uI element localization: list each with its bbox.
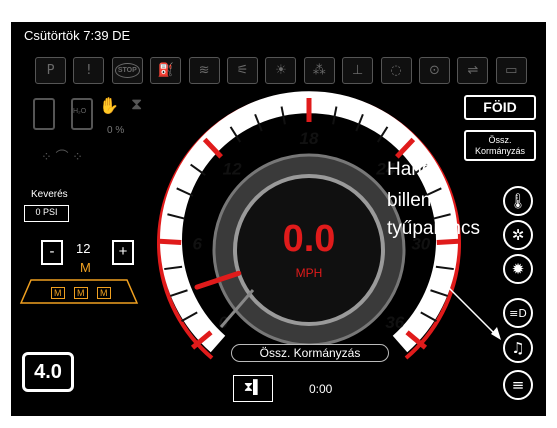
- sprayer-icon: ⁂: [303, 57, 335, 84]
- water-tank-label: H₂O: [73, 108, 87, 115]
- annotation-line3: tyűparancs: [387, 218, 480, 239]
- section-number: 12: [76, 241, 91, 256]
- timer-button[interactable]: ⧗▌: [233, 375, 273, 402]
- percent-label: 0 %: [107, 125, 125, 136]
- gauge-major-tick: [157, 238, 182, 246]
- boom-section-right[interactable]: M: [97, 287, 111, 299]
- stop-icon: STOP: [111, 57, 143, 84]
- annotation-line1: Hang: [387, 159, 433, 180]
- foid-button[interactable]: FÖID: [464, 95, 536, 120]
- audio-button[interactable]: ♫: [503, 333, 533, 363]
- menu-icon: ≡: [511, 376, 525, 394]
- battery-icon: [33, 98, 55, 130]
- thermometer-icon: 🌡: [508, 192, 528, 210]
- steering-button[interactable]: Össz. Kormányzás: [464, 130, 536, 161]
- gauge-tick-label: 12: [223, 160, 242, 179]
- hydraulic-icon: ⊥: [342, 57, 374, 84]
- speed-unit: MPH: [295, 266, 323, 280]
- section-unit: M: [80, 260, 91, 275]
- decrease-button[interactable]: -: [41, 240, 63, 265]
- gauge-bottom-label: Össz. Kormányzás: [231, 344, 389, 362]
- headlight-icon: ≡D: [509, 306, 527, 320]
- increase-button[interactable]: +: [112, 240, 134, 265]
- filter-icon: ⊙: [419, 57, 450, 84]
- psi-display[interactable]: 0 PSI: [24, 205, 69, 222]
- steering-button-line1: Össz.: [488, 135, 512, 145]
- level-icon: ▭: [495, 57, 527, 84]
- gauge-tick-label: 6: [192, 234, 202, 253]
- timer-value: 0:00: [309, 382, 333, 396]
- engine-oil-icon: ⛽: [150, 57, 182, 84]
- headlight-button[interactable]: ≡D: [503, 298, 533, 328]
- annotation-line2: billen-: [387, 190, 438, 211]
- datetime-label: Csütörtök 7:39 DE: [24, 28, 131, 43]
- hourglass-icon: ⧗▌: [243, 379, 263, 394]
- version-display: 4.0: [22, 352, 74, 392]
- lamp-icon: ☀: [265, 57, 297, 84]
- music-note-icon: ♫: [511, 339, 525, 357]
- fuel-icon: ⇌: [457, 57, 489, 84]
- boom-section-left[interactable]: M: [51, 287, 65, 299]
- light-button[interactable]: ✹: [503, 254, 533, 284]
- warning-icon: !: [73, 57, 105, 84]
- coolant-temp-icon: ≋: [188, 57, 220, 84]
- gauge-major-tick: [436, 238, 461, 246]
- tank-icon: ◌: [380, 57, 412, 84]
- nozzle-icon: ⧗: [131, 96, 143, 113]
- gauge-tick-label: 18: [300, 129, 319, 148]
- speed-value: 0.0: [282, 218, 336, 260]
- thermometer-button[interactable]: 🌡: [503, 186, 533, 216]
- annotation-arrow: [444, 283, 496, 335]
- menu-button[interactable]: ≡: [503, 370, 533, 400]
- steering-button-line2: Kormányzás: [474, 146, 526, 156]
- glow-plug-icon: ⚟: [227, 57, 258, 84]
- spray-pattern-icon: ⁘ ⌒ ⁘: [41, 149, 84, 164]
- boom-section-center[interactable]: M: [74, 287, 88, 299]
- mix-label: Keverés: [31, 189, 68, 200]
- fan-button[interactable]: ✲: [503, 220, 533, 250]
- hand-icon: ✋: [99, 98, 119, 115]
- display-screen: 061218243036 Csütörtök 7:39 DE P!STOP⛽≋⚟…: [11, 22, 546, 416]
- fan-icon: ✲: [511, 226, 525, 244]
- gauge-tick-label: 36: [385, 313, 404, 332]
- light-icon: ✹: [511, 260, 525, 278]
- parking-brake-icon: P: [35, 57, 66, 84]
- annotation-arrow-head: [491, 327, 501, 340]
